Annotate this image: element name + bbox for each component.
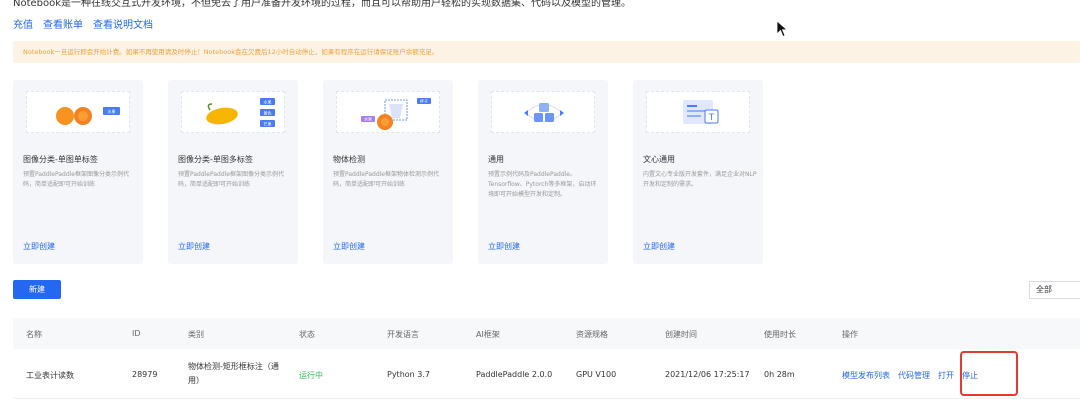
template-card-title: 图像分类-单图多标签 bbox=[178, 155, 253, 164]
template-card-general: 通用 预置示例代码及PaddlePaddle、Tensorflow、Pytorc… bbox=[478, 80, 608, 264]
mouse-cursor-icon bbox=[776, 20, 788, 38]
template-card-desc: 预置PaddlePaddle框架图像分类示例代码，简单适配即可开始训练 bbox=[23, 171, 130, 188]
template-cards: 水果 图像分类-单图单标签 预置PaddlePaddle框架图像分类示例代码，简… bbox=[13, 80, 763, 264]
column-header-name: 名称 bbox=[26, 330, 42, 339]
create-now-link[interactable]: 立即创建 bbox=[488, 241, 520, 252]
highlight-box bbox=[960, 351, 1018, 396]
template-card-desc: 预置示例代码及PaddlePaddle、Tensorflow、Pytorch等多… bbox=[488, 171, 597, 198]
create-now-link[interactable]: 立即创建 bbox=[178, 241, 210, 252]
view-docs-link[interactable]: 查看说明文档 bbox=[93, 16, 153, 31]
column-header-language: 开发语言 bbox=[387, 330, 419, 339]
document-illustration: T bbox=[683, 100, 719, 124]
template-card-detection: 水果 杯子 物体检测 预置PaddlePaddle框架物体检测示例代码，简单适配… bbox=[323, 80, 453, 264]
tag-label: 芒果 bbox=[264, 121, 272, 127]
new-notebook-button[interactable]: 新建 bbox=[13, 280, 61, 299]
column-header-duration: 使用时长 bbox=[764, 330, 796, 339]
column-header-actions: 操作 bbox=[842, 330, 858, 339]
tag-label: 杯子 bbox=[420, 98, 428, 104]
template-thumbnail: 水果 bbox=[26, 91, 130, 133]
template-card-image-multi: 水果 黄色 芒果 图像分类-单图多标签 预置PaddlePaddle框架图像分类… bbox=[168, 80, 298, 264]
tag-label: 黄色 bbox=[264, 110, 272, 116]
template-card-title: 物体检测 bbox=[333, 155, 365, 164]
template-card-image-single: 水果 图像分类-单图单标签 预置PaddlePaddle框架图像分类示例代码，简… bbox=[13, 80, 143, 264]
template-thumbnail: T bbox=[646, 91, 750, 133]
mango-illustration: 水果 黄色 芒果 bbox=[206, 98, 275, 127]
oranges-illustration: 水果 bbox=[56, 107, 120, 125]
template-card-title: 图像分类-单图单标签 bbox=[23, 155, 98, 164]
tag-label: 水果 bbox=[108, 108, 116, 114]
status-badge: 运行中 bbox=[299, 371, 323, 380]
tag-label: 水果 bbox=[264, 99, 272, 105]
column-header-created: 创建时间 bbox=[665, 330, 697, 339]
create-now-link[interactable]: 立即创建 bbox=[23, 241, 55, 252]
tag-label: T bbox=[708, 113, 715, 123]
create-now-link[interactable]: 立即创建 bbox=[643, 241, 675, 252]
open-link[interactable]: 打开 bbox=[938, 370, 954, 381]
recharge-link[interactable]: 充值 bbox=[13, 16, 33, 31]
model-publish-list-link[interactable]: 模型发布列表 bbox=[842, 370, 890, 381]
notebook-category-line1: 物体检测-矩形框标注（通 bbox=[188, 362, 279, 371]
template-card-desc: 内置文心专业版开发套件，满足企业对NLP开发和定制的需求。 bbox=[643, 171, 757, 188]
notebook-id: 28979 bbox=[132, 370, 158, 379]
notebook-duration: 0h 28m bbox=[764, 370, 795, 379]
template-card-title: 文心通用 bbox=[643, 155, 675, 164]
intro-text: Notebook是一种在线交互式开发环境，不但免去了用户准备开发环境的过程，而且… bbox=[13, 0, 632, 9]
notebook-name: 工业表计读数 bbox=[26, 371, 74, 380]
template-thumbnail: 水果 黄色 芒果 bbox=[181, 91, 285, 133]
table-header bbox=[13, 318, 1080, 349]
notebook-category-line2: 用） bbox=[188, 376, 204, 385]
create-now-link[interactable]: 立即创建 bbox=[333, 241, 365, 252]
column-header-category: 类别 bbox=[188, 330, 204, 339]
notebook-language: Python 3.7 bbox=[387, 370, 430, 379]
template-card-desc: 预置PaddlePaddle框架物体检测示例代码，简单适配即可开始训练 bbox=[333, 171, 440, 188]
status-filter-select[interactable]: 全部 bbox=[1029, 281, 1080, 299]
billing-notice: Notebook一旦运行即会开始计费。如果不再使用请及时停止！Notebook会… bbox=[13, 41, 1080, 63]
template-card-desc: 预置PaddlePaddle框架图像分类示例代码，简单适配即可开始训练 bbox=[178, 171, 285, 188]
template-card-title: 通用 bbox=[488, 155, 504, 164]
column-header-status: 状态 bbox=[299, 330, 315, 339]
template-thumbnail bbox=[491, 91, 595, 133]
tag-label: 水果 bbox=[364, 116, 372, 122]
notebook-framework: PaddlePaddle 2.0.0 bbox=[476, 370, 553, 379]
notebook-resource: GPU V100 bbox=[576, 370, 617, 379]
cubes-illustration bbox=[524, 103, 564, 122]
top-links: 充值 查看账单 查看说明文档 bbox=[13, 16, 153, 31]
code-management-link[interactable]: 代码管理 bbox=[898, 370, 930, 381]
column-header-resource: 资源规格 bbox=[576, 330, 608, 339]
column-header-framework: AI框架 bbox=[476, 330, 500, 339]
template-card-wenxin: T 文心通用 内置文心专业版开发套件，满足企业对NLP开发和定制的需求。 立即创… bbox=[633, 80, 763, 264]
view-bill-link[interactable]: 查看账单 bbox=[43, 16, 83, 31]
template-thumbnail: 水果 杯子 bbox=[336, 91, 440, 133]
detection-illustration: 水果 杯子 bbox=[361, 98, 431, 130]
column-header-id: ID bbox=[132, 329, 141, 338]
notebook-created: 2021/12/06 17:25:17 bbox=[665, 370, 750, 379]
